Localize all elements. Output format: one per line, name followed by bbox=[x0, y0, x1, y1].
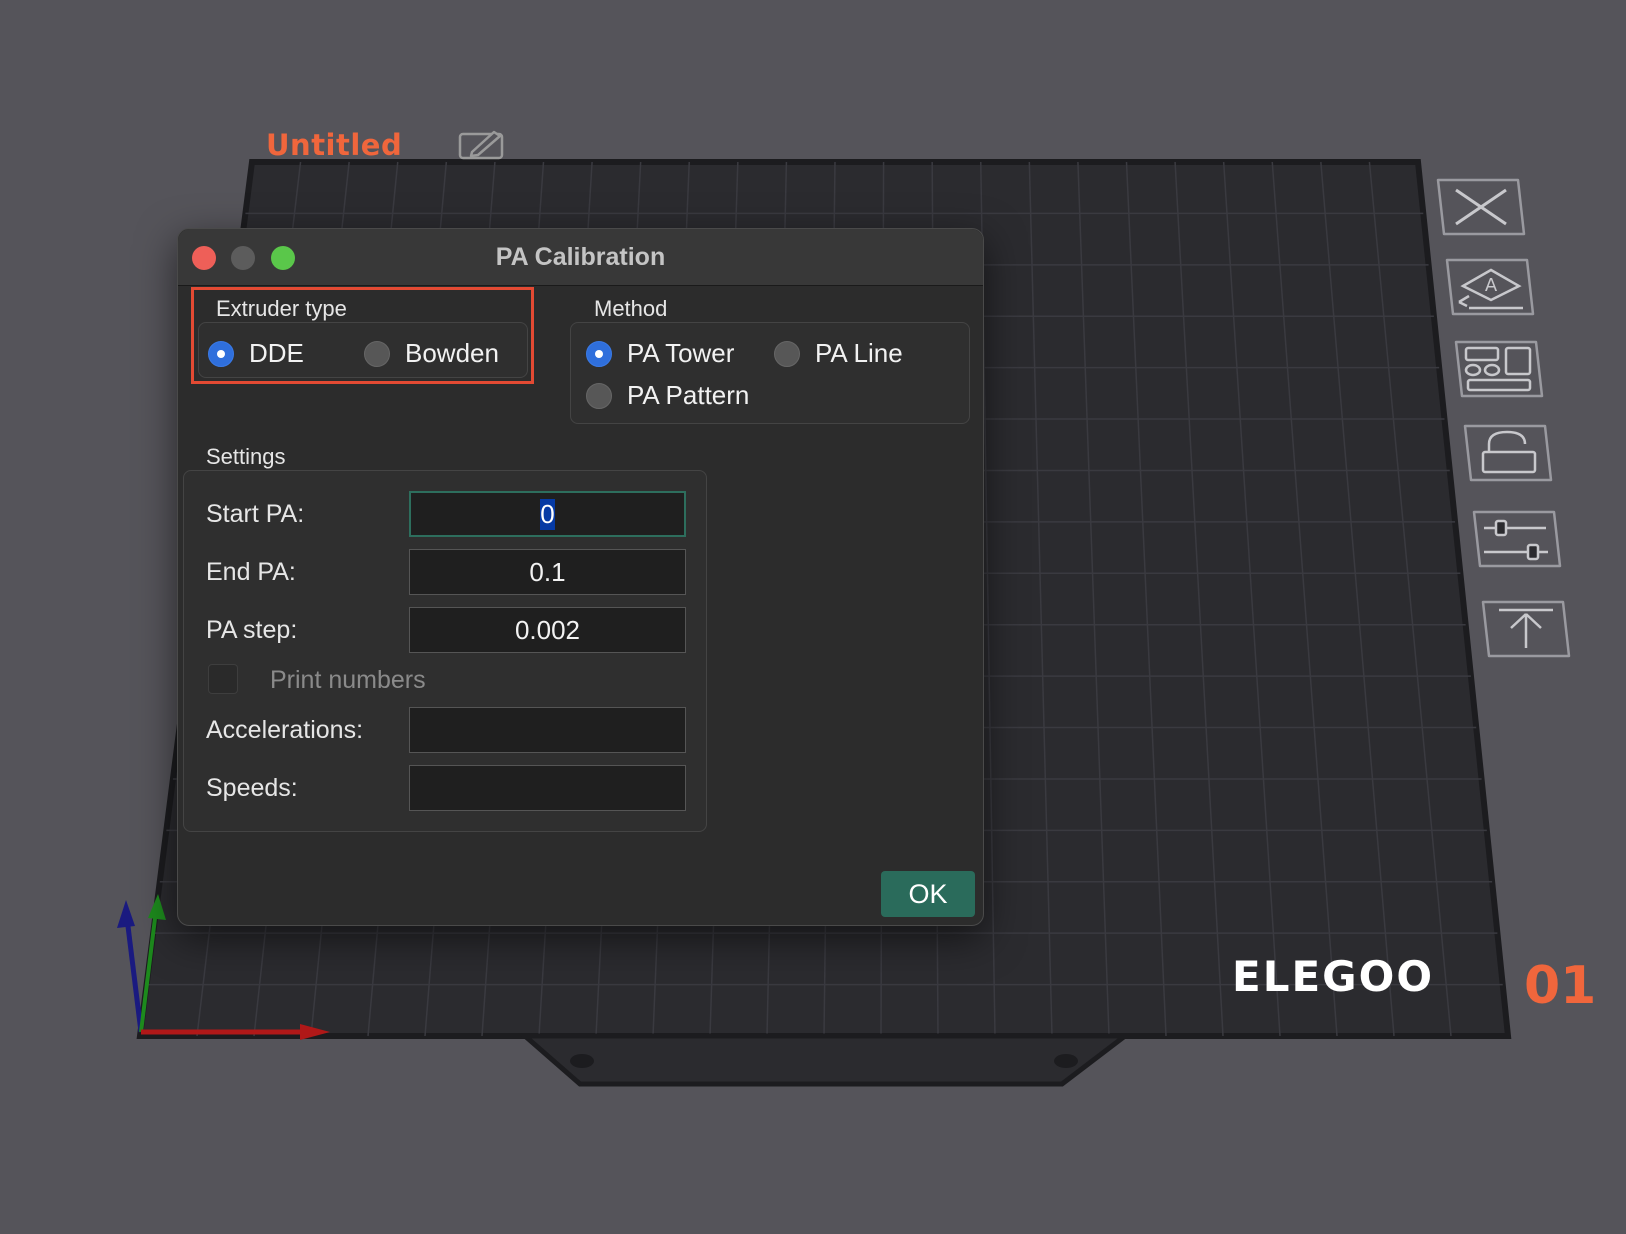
radio-pa-line-label: PA Line bbox=[815, 338, 903, 368]
plate-tab bbox=[518, 1033, 1133, 1087]
speeds-label: Speeds: bbox=[206, 774, 298, 802]
radio-pa-pattern-indicator[interactable] bbox=[586, 382, 612, 409]
svg-text:A: A bbox=[1485, 275, 1498, 296]
lock-icon[interactable] bbox=[1459, 422, 1555, 486]
radio-bowden-label: Bowden bbox=[405, 338, 499, 368]
accelerations-field[interactable] bbox=[409, 707, 686, 753]
radio-dde-label: DDE bbox=[249, 338, 304, 368]
start-pa-field[interactable] bbox=[409, 491, 686, 537]
end-pa-label: End PA: bbox=[206, 558, 296, 586]
ok-button[interactable]: OK bbox=[881, 871, 975, 917]
print-numbers-label: Print numbers bbox=[270, 666, 426, 694]
plate-hole-right bbox=[1054, 1054, 1078, 1068]
speeds-field[interactable] bbox=[409, 765, 686, 811]
move-to-top-icon[interactable] bbox=[1477, 598, 1573, 662]
end-pa-field[interactable] bbox=[409, 549, 686, 595]
extruder-type-label: Extruder type bbox=[216, 296, 347, 321]
project-title[interactable]: Untitled bbox=[266, 128, 402, 162]
pencil-edit-icon[interactable] bbox=[458, 128, 506, 160]
radio-dde[interactable]: DDE bbox=[208, 338, 304, 369]
plate-number: 01 bbox=[1524, 956, 1597, 1016]
method-label: Method bbox=[594, 296, 668, 321]
settings-label: Settings bbox=[206, 444, 286, 469]
pa-step-label: PA step: bbox=[206, 616, 298, 644]
axis-z-arrow bbox=[117, 900, 135, 928]
plate-hole-left bbox=[570, 1054, 594, 1068]
radio-pa-pattern-label: PA Pattern bbox=[627, 380, 750, 410]
radio-bowden-indicator[interactable] bbox=[364, 340, 390, 367]
dialog-titlebar[interactable]: PA Calibration bbox=[178, 229, 983, 286]
print-numbers-checkbox[interactable] bbox=[208, 664, 238, 694]
start-pa-label: Start PA: bbox=[206, 500, 305, 528]
accelerations-label: Accelerations: bbox=[206, 716, 364, 744]
pa-step-field[interactable] bbox=[409, 607, 686, 653]
radio-pa-line[interactable]: PA Line bbox=[774, 338, 903, 369]
radio-dde-indicator[interactable] bbox=[208, 340, 234, 367]
brand-logo: ELEGOO bbox=[1232, 952, 1435, 1001]
radio-pa-tower[interactable]: PA Tower bbox=[586, 338, 734, 369]
layer-sliders-icon[interactable] bbox=[1468, 508, 1564, 572]
radio-pa-pattern[interactable]: PA Pattern bbox=[586, 380, 749, 411]
axis-z bbox=[123, 909, 144, 1033]
auto-orient-icon[interactable]: A bbox=[1441, 256, 1537, 320]
close-x-icon[interactable] bbox=[1432, 176, 1528, 240]
radio-pa-tower-indicator[interactable] bbox=[586, 340, 612, 367]
dialog-title: PA Calibration bbox=[495, 243, 666, 271]
radio-pa-line-indicator[interactable] bbox=[774, 340, 800, 367]
arrange-icon[interactable] bbox=[1450, 338, 1546, 402]
radio-pa-tower-label: PA Tower bbox=[627, 338, 735, 368]
radio-bowden[interactable]: Bowden bbox=[364, 338, 499, 369]
